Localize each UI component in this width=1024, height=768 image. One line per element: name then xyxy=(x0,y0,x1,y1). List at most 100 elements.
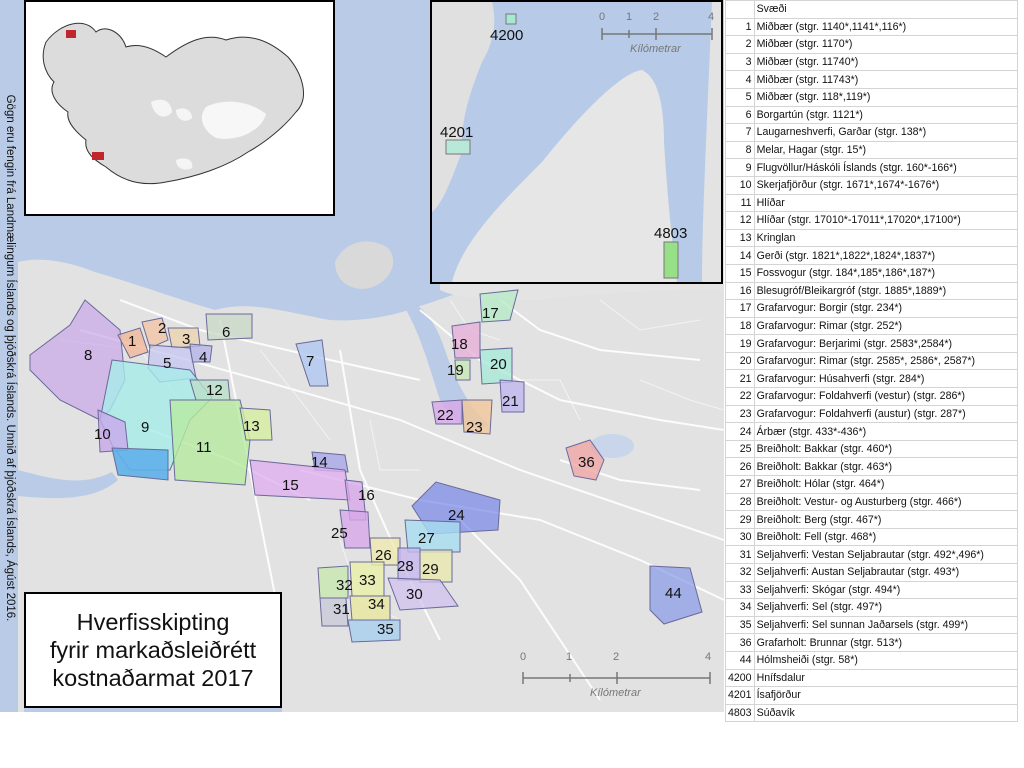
label-28: 28 xyxy=(397,558,414,575)
legend-id: 29 xyxy=(725,510,755,529)
label-26: 26 xyxy=(375,547,392,564)
legend-row: 31 Seljahverfi: Vestan Seljabrautar (stgr… xyxy=(725,545,1019,564)
scale-main-tick-1: 1 xyxy=(566,651,572,663)
label-6: 6 xyxy=(222,324,230,341)
legend-label: Laugarneshverfi, Garðar (stgr. 138*) xyxy=(753,123,1019,142)
label-35: 35 xyxy=(377,621,394,638)
legend-label: Flugvöllur/Háskóli Íslands (stgr. 160*-1… xyxy=(753,158,1019,177)
legend-id: 33 xyxy=(725,580,755,600)
legend-label: Árbær (stgr. 433*-436*) xyxy=(753,422,1019,441)
label-14: 14 xyxy=(311,454,328,471)
legend-row: 24 Árbær (stgr. 433*-436*) xyxy=(725,422,1019,441)
legend-row: 16 Blesugróf/Bleikargróf (stgr. 1885*,188… xyxy=(725,281,1019,301)
label-21: 21 xyxy=(502,393,519,410)
legend-row: 44 Hólmsheiði (stgr. 58*) xyxy=(725,650,1019,670)
inset-zone-4803 xyxy=(663,241,679,279)
inset-label-4201: 4201 xyxy=(440,124,473,141)
legend-label: Ísafjörður xyxy=(753,686,1019,705)
label-9: 9 xyxy=(141,419,149,436)
title-line-2: fyrir markaðsleiðrétt xyxy=(49,637,257,663)
legend-label: Grafarvogur: Foldahverfi (austur) (stgr.… xyxy=(753,404,1019,424)
iceland-landmass xyxy=(42,22,304,185)
legend-id: 20 xyxy=(725,351,755,371)
district-10b xyxy=(111,447,169,481)
legend-row: 35 Seljahverfi: Sel sunnan Jaðarsels (stg… xyxy=(725,615,1019,635)
credit-text: Gögn eru fengin frá Landmælingum Íslands… xyxy=(4,94,16,622)
legend-id: 8 xyxy=(725,140,755,160)
legend-row: 34 Seljahverfi: Sel (stgr. 497*) xyxy=(725,598,1019,617)
inset-label-4200: 4200 xyxy=(490,27,523,44)
legend-id: 15 xyxy=(725,263,755,283)
legend-row: 6 Borgartún (stgr. 1121*) xyxy=(725,105,1019,125)
legend-label: Hlíðar (stgr. 17010*-17011*,17020*,17100… xyxy=(753,211,1019,230)
legend-label: Seljahverfi: Sel (stgr. 497*) xyxy=(753,598,1019,617)
legend-id: 12 xyxy=(725,211,755,230)
legend-id: 26 xyxy=(725,457,755,477)
legend-row: 27 Breiðholt: Hólar (stgr. 464*) xyxy=(725,475,1019,494)
legend-id: 6 xyxy=(725,105,755,125)
legend-row: 10 Skerjafjörður (stgr. 1671*,1674*-1676*… xyxy=(725,175,1019,195)
legend-row: 18 Grafarvogur: Rimar (stgr. 252*) xyxy=(725,316,1019,336)
label-30: 30 xyxy=(406,586,423,603)
legend-id: 18 xyxy=(725,316,755,336)
overview-map xyxy=(24,0,335,216)
scale-inset-tick-1: 1 xyxy=(626,11,632,23)
scale-inset-tick-0: 0 xyxy=(599,11,605,23)
label-5: 5 xyxy=(163,355,171,372)
label-33: 33 xyxy=(359,572,376,589)
inset-zone-4201 xyxy=(445,139,471,155)
scale-inset-unit: Kílómetrar xyxy=(630,43,682,55)
legend-id: 3 xyxy=(725,52,755,72)
legend-id: 35 xyxy=(725,615,755,635)
legend-row: 20 Grafarvogur: Rimar (stgr. 2585*, 2586*… xyxy=(725,351,1019,371)
legend-label: Breiðholt: Vestur- og Austurberg (stgr. … xyxy=(753,492,1019,512)
legend-id: 27 xyxy=(725,475,755,494)
legend-id: 17 xyxy=(725,299,755,318)
legend-id: 1 xyxy=(725,17,755,37)
legend-id: 13 xyxy=(725,228,755,248)
legend-row: 13 Kringlan xyxy=(725,228,1019,248)
label-13: 13 xyxy=(243,418,260,435)
overview-marker-reykjavik xyxy=(92,152,104,160)
legend-row: 29 Breiðholt: Berg (stgr. 467*) xyxy=(725,510,1019,529)
legend-row: 1 Miðbær (stgr. 1140*,1141*,116*) xyxy=(725,17,1019,37)
inset-zone-4200 xyxy=(505,13,517,25)
legend-label: Grafarvogur: Rimar (stgr. 252*) xyxy=(753,316,1019,336)
legend-row: 4200 Hnífsdalur xyxy=(725,668,1019,688)
scale-main-tick-4: 4 xyxy=(705,651,711,663)
legend-label: Seljahverfi: Skógar (stgr. 494*) xyxy=(753,580,1019,600)
legend-row: 33 Seljahverfi: Skógar (stgr. 494*) xyxy=(725,580,1019,600)
legend-id: 4 xyxy=(725,70,755,89)
label-17: 17 xyxy=(482,305,499,322)
legend-label: Miðbær (stgr. 11740*) xyxy=(753,52,1019,72)
legend-id: 34 xyxy=(725,598,755,617)
main-map: 1 2 3 4 5 6 7 8 9 10 11 12 13 14 15 16 1… xyxy=(0,0,724,712)
legend-row: 5 Miðbær (stgr. 118*,119*) xyxy=(725,87,1019,107)
label-34: 34 xyxy=(368,596,385,613)
legend-row: 22 Grafarvogur: Foldahverfi (vestur) (stg… xyxy=(725,387,1019,406)
title-line-3: kostnaðarmat 2017 xyxy=(52,665,254,691)
legend-id: 28 xyxy=(725,492,755,512)
legend-label: Miðbær (stgr. 1140*,1141*,116*) xyxy=(753,17,1019,37)
label-18: 18 xyxy=(451,336,468,353)
legend-label: Breiðholt: Fell (stgr. 468*) xyxy=(753,527,1019,547)
overview-marker-westfjords xyxy=(66,30,76,38)
legend-row: 15 Fossvogur (stgr. 184*,185*,186*,187*) xyxy=(725,263,1019,283)
label-32: 32 xyxy=(336,577,353,594)
legend-row: 4803 Súðavík xyxy=(725,703,1019,723)
legend-row: 21 Grafarvogur: Húsahverfi (stgr. 284*) xyxy=(725,369,1019,389)
legend-id: 25 xyxy=(725,439,755,459)
label-7: 7 xyxy=(306,353,314,370)
legend-label: Kringlan xyxy=(753,228,1019,248)
scale-main-tick-0: 0 xyxy=(520,651,526,663)
label-29: 29 xyxy=(422,561,439,578)
legend-id: 32 xyxy=(725,563,755,582)
legend-row: 12 Hlíðar (stgr. 17010*-17011*,17020*,171… xyxy=(725,211,1019,230)
legend-row: 25 Breiðholt: Bakkar (stgr. 460*) xyxy=(725,439,1019,459)
legend-row: 11 Hlíðar xyxy=(725,193,1019,213)
legend-row: 28 Breiðholt: Vestur- og Austurberg (stgr… xyxy=(725,492,1019,512)
legend-label: Seljahverfi: Sel sunnan Jaðarsels (stgr.… xyxy=(753,615,1019,635)
legend-label: Miðbær (stgr. 1170*) xyxy=(753,35,1019,54)
legend-label: Breiðholt: Bakkar (stgr. 463*) xyxy=(753,457,1019,477)
legend-body: Svæði 1 Miðbær (stgr. 1140*,1141*,116*) 2 M… xyxy=(725,0,1019,723)
